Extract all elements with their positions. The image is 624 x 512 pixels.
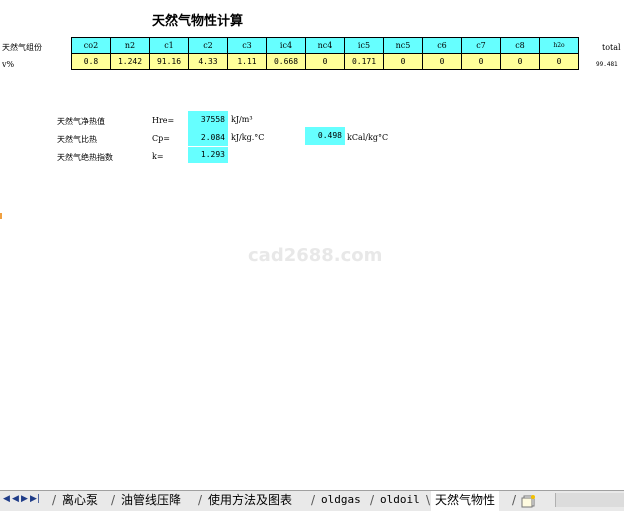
heat-symbol: Hre= [152, 116, 175, 125]
component-value-cell[interactable]: 0 [461, 53, 501, 70]
composition-table: co2 n2 c1 c2 c3 ic4 nc4 ic5 nc5 c6 c7 c8… [71, 37, 579, 70]
next-sheet-button[interactable]: ▶ [21, 494, 28, 504]
component-value-cell[interactable]: 0 [539, 53, 579, 70]
tab-oldoil[interactable]: oldoil [376, 491, 424, 509]
first-sheet-button[interactable]: ◀ [3, 494, 10, 504]
component-header-row: co2 n2 c1 c2 c3 ic4 nc4 ic5 nc5 c6 c7 c8… [71, 37, 579, 54]
new-sheet-icon [521, 495, 535, 508]
tab-oldgas[interactable]: oldgas [317, 491, 365, 509]
component-header[interactable]: nc5 [383, 37, 423, 54]
component-value-cell[interactable]: 0 [383, 53, 423, 70]
component-value-cell[interactable]: 0.668 [266, 53, 306, 70]
cp-symbol: Cp= [152, 134, 170, 143]
component-value-cell[interactable]: 0.8 [71, 53, 111, 70]
tab-separator: / [311, 493, 316, 507]
tab-separator: \ [426, 493, 431, 507]
k-value-cell[interactable]: 1.293 [188, 147, 228, 163]
composition-row-label: 天然气组份 [2, 43, 42, 52]
tab-centrifugal-pump[interactable]: 离心泵 [58, 491, 102, 509]
cp-label: 天然气比热 [57, 135, 97, 144]
horizontal-scrollbar[interactable] [555, 493, 624, 507]
last-sheet-button[interactable]: ▶| [30, 494, 40, 504]
component-header[interactable]: c2 [188, 37, 228, 54]
total-value[interactable]: 99.481 [596, 61, 618, 68]
component-value-cell[interactable]: 0 [422, 53, 462, 70]
row-marker [0, 213, 2, 219]
percent-row-label: v% [2, 60, 15, 69]
tab-separator: / [52, 493, 57, 507]
heat-value-label: 天然气净热值 [57, 117, 105, 126]
component-value-cell[interactable]: 0 [500, 53, 540, 70]
heat-unit: kJ/m³ [231, 115, 253, 124]
heat-value-cell[interactable]: 37558 [188, 111, 228, 129]
k-symbol: k= [152, 152, 164, 161]
component-value-cell[interactable]: 0.171 [344, 53, 384, 70]
first-sheet-icon: ◀ [3, 494, 10, 504]
tab-separator: / [512, 493, 517, 507]
new-sheet-button[interactable] [520, 493, 538, 508]
last-sheet-icon: ▶| [30, 494, 40, 504]
component-header[interactable]: n2 [110, 37, 150, 54]
cp-unit: kJ/kg.°C [231, 133, 265, 142]
k-label: 天然气绝热指数 [57, 153, 113, 162]
tab-pipeline-pressure-drop[interactable]: 油管线压降 [117, 491, 185, 509]
prev-sheet-icon: ◀ [12, 494, 19, 504]
component-header[interactable]: c1 [149, 37, 189, 54]
component-header[interactable]: c6 [422, 37, 462, 54]
component-header[interactable]: co2 [71, 37, 111, 54]
prev-sheet-button[interactable]: ◀ [12, 494, 19, 504]
component-header[interactable]: c7 [461, 37, 501, 54]
component-header[interactable]: ic4 [266, 37, 306, 54]
tab-separator: / [370, 493, 375, 507]
total-label: total [602, 43, 621, 52]
component-value-cell[interactable]: 1.242 [110, 53, 150, 70]
cp-value-cell[interactable]: 2.084 [188, 129, 228, 146]
cp-kcal-value-cell[interactable]: 0.498 [305, 127, 345, 145]
component-header[interactable]: h2o [539, 37, 579, 54]
tab-separator: / [198, 493, 203, 507]
cp-kcal-unit: kCal/kg°C [347, 133, 389, 142]
component-value-cell[interactable]: 0 [305, 53, 345, 70]
component-header[interactable]: ic5 [344, 37, 384, 54]
tab-separator: / [111, 493, 116, 507]
component-value-cell[interactable]: 1.11 [227, 53, 267, 70]
next-sheet-icon: ▶ [21, 494, 28, 504]
component-header[interactable]: c3 [227, 37, 267, 54]
tab-usage-and-charts[interactable]: 使用方法及图表 [204, 491, 296, 509]
tab-natural-gas-properties[interactable]: 天然气物性 [431, 491, 500, 511]
component-header[interactable]: c8 [500, 37, 540, 54]
component-value-cell[interactable]: 4.33 [188, 53, 228, 70]
component-header[interactable]: nc4 [305, 37, 345, 54]
component-value-cell[interactable]: 91.16 [149, 53, 189, 70]
component-value-row: 0.8 1.242 91.16 4.33 1.11 0.668 0 0.171 … [71, 53, 579, 70]
sheet-title: 天然气物性计算 [152, 14, 244, 29]
watermark: cad2688.com [248, 245, 383, 266]
